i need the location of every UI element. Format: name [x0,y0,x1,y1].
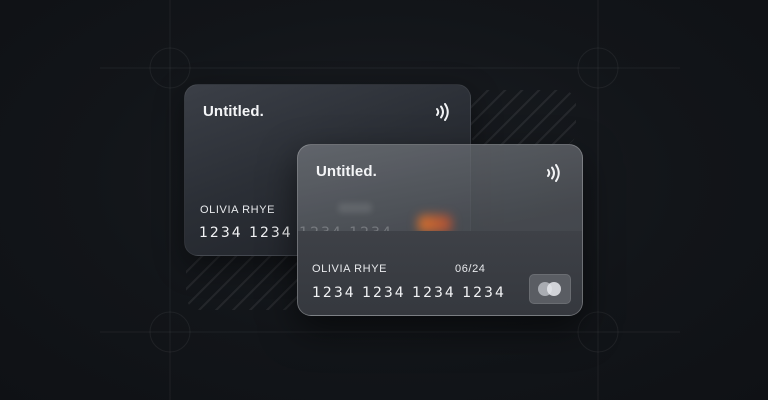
card-number: 1234 1234 1234 1234 [312,285,506,301]
blurred-background [338,203,372,213]
mastercard-logo-icon [529,274,571,304]
illustration-canvas: Untitled. OLIVIA RHYE 1234 1234 1234 123… [0,0,768,400]
card-brand: Untitled. [316,163,377,180]
cardholder-name: OLIVIA RHYE [312,263,388,275]
cardholder-name: OLIVIA RHYE [200,204,276,216]
contactless-icon [547,164,560,182]
card-brand: Untitled. [203,103,264,120]
expiry-date: 06/24 [455,263,486,275]
hatched-placeholder [186,254,298,310]
credit-card-front: Untitled. OLIVIA RHYE 06/24 1234 1234 12… [297,144,583,316]
logo-circle-right [547,282,561,296]
contactless-icon [436,103,449,121]
hatched-placeholder [470,90,576,146]
